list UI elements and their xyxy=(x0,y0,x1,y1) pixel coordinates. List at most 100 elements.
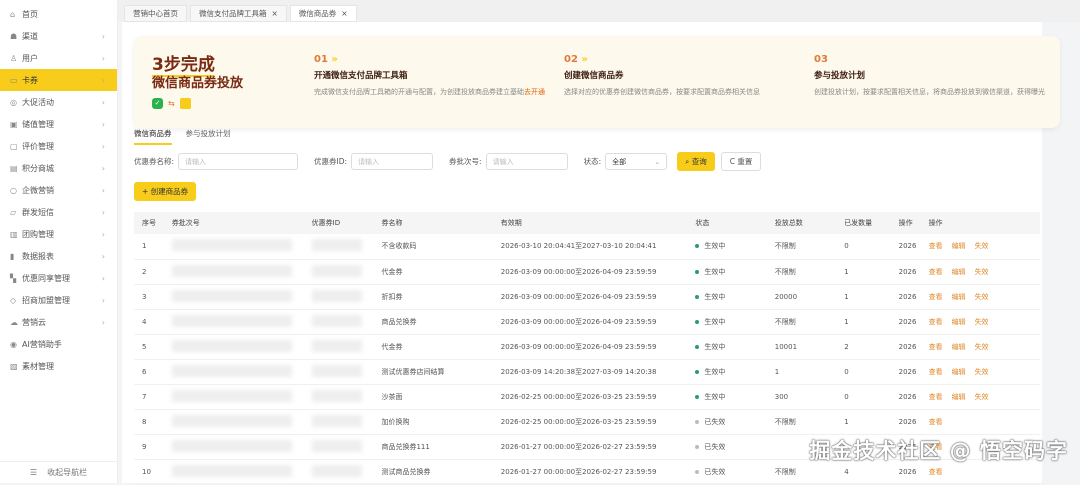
edit-link[interactable]: 编辑 xyxy=(952,368,966,376)
chevron-right-icon: › xyxy=(101,295,105,305)
column-header: 状态 xyxy=(687,212,767,234)
sidebar-item-label: 积分商城 xyxy=(22,163,54,173)
edit-link[interactable]: 编辑 xyxy=(952,318,966,326)
redacted-batch-no xyxy=(171,389,292,402)
search-icon: ⌕ xyxy=(685,156,692,166)
status-dot-icon xyxy=(695,344,700,349)
menu-icon: ◉ xyxy=(10,339,17,349)
disable-link[interactable]: 失效 xyxy=(975,393,989,401)
tab[interactable]: 营销中心首页 xyxy=(124,5,187,22)
close-icon[interactable]: × xyxy=(272,9,278,18)
chevron-right-icon: › xyxy=(101,317,105,327)
view-link[interactable]: 查看 xyxy=(929,268,943,276)
redacted-coupon-id xyxy=(311,264,362,277)
tab[interactable]: 微信支付品牌工具箱 × xyxy=(190,5,287,22)
table-row: 5 代金券 2026-03-09 00:00:00至2026-04-09 23:59… xyxy=(134,334,1040,360)
menu-icon: ▭ xyxy=(10,75,18,85)
menu-icon: ▮ xyxy=(10,251,15,261)
view-link[interactable]: 查看 xyxy=(929,468,943,476)
sidebar-item[interactable]: ◉ AI营销助手 xyxy=(0,333,117,355)
sidebar-item[interactable]: ◎ 大促活动 › xyxy=(0,91,117,113)
disable-link[interactable]: 失效 xyxy=(975,343,989,351)
view-link[interactable]: 查看 xyxy=(929,242,943,250)
disable-link[interactable]: 失效 xyxy=(975,242,989,250)
view-link[interactable]: 查看 xyxy=(929,368,943,376)
redacted-coupon-id xyxy=(311,464,362,477)
redacted-batch-no xyxy=(171,414,292,427)
subtab[interactable]: 微信商品券 xyxy=(134,128,172,145)
edit-link[interactable]: 编辑 xyxy=(952,393,966,401)
sidebar-item[interactable]: ○ 企微营销 › xyxy=(0,179,117,201)
status-dot-icon xyxy=(695,294,700,299)
disable-link[interactable]: 失效 xyxy=(975,318,989,326)
tab[interactable]: 微信商品券 × xyxy=(289,5,357,22)
edit-link[interactable]: 编辑 xyxy=(952,343,966,351)
chevron-right-icon: › xyxy=(101,141,105,151)
reset-button[interactable]: C 重置 xyxy=(720,152,762,171)
subtab[interactable]: 参与投放计划 xyxy=(186,128,231,145)
sidebar-item[interactable]: ▚ 优惠同享管理 › xyxy=(0,267,117,289)
redacted-coupon-id xyxy=(311,414,362,427)
column-header: 券名称 xyxy=(373,212,493,234)
coupon-name-input[interactable]: 请输入 xyxy=(178,153,299,170)
sidebar-item[interactable]: ▤ 积分商城 › xyxy=(0,157,117,179)
menu-icon: ▚ xyxy=(10,273,17,283)
menu-icon: ♙ xyxy=(10,53,18,63)
view-link[interactable]: 查看 xyxy=(929,393,943,401)
status-badge: 已失效 xyxy=(687,459,767,485)
view-link[interactable]: 查看 xyxy=(929,318,943,326)
sidebar-item[interactable]: ▥ 团购管理 › xyxy=(0,223,117,245)
view-link[interactable]: 查看 xyxy=(929,293,943,301)
redacted-coupon-id xyxy=(311,289,362,302)
column-header: 操作 xyxy=(890,212,921,234)
edit-link[interactable]: 编辑 xyxy=(952,293,966,301)
view-link[interactable]: 查看 xyxy=(929,418,943,426)
open-link[interactable]: 去开通 xyxy=(524,88,545,96)
sidebar-item[interactable]: ▢ 评价管理 › xyxy=(0,135,117,157)
batch-no-input[interactable]: 请输入 xyxy=(485,153,568,170)
edit-link[interactable]: 编辑 xyxy=(952,268,966,276)
menu-icon: ▱ xyxy=(10,207,17,217)
sidebar-item[interactable]: ▱ 群发短信 › xyxy=(0,201,117,223)
redacted-coupon-id xyxy=(311,439,362,452)
column-header: 有效期 xyxy=(492,212,688,234)
sidebar-item[interactable]: ⌂ 首页 xyxy=(0,3,117,25)
disable-link[interactable]: 失效 xyxy=(975,368,989,376)
chevron-right-icon: › xyxy=(101,97,105,107)
edit-link[interactable]: 编辑 xyxy=(952,242,966,250)
status-badge: 生效中 xyxy=(687,284,767,310)
sidebar-item[interactable]: ☁ 营销云 › xyxy=(0,311,117,333)
sidebar-item-label: 营销云 xyxy=(22,317,46,327)
menu-icon: ▨ xyxy=(10,361,18,371)
meituan-logo xyxy=(179,98,191,109)
create-coupon-button[interactable]: + 创建商品券 xyxy=(134,182,197,201)
chevron-right-icon: › xyxy=(101,119,105,129)
status-badge: 生效中 xyxy=(687,334,767,360)
collapse-nav-button[interactable]: ☰ 收起导航栏 xyxy=(0,461,117,483)
sidebar-item-label: 数据报表 xyxy=(22,251,54,261)
chevron-right-icon: › xyxy=(101,31,105,41)
chevron-right-icon: › xyxy=(101,75,105,85)
sidebar-item-label: 首页 xyxy=(22,9,38,19)
column-header: 券批次号 xyxy=(163,212,304,234)
table-row: 2 代金券 2026-03-09 00:00:00至2026-04-09 23:59… xyxy=(134,259,1040,285)
sidebar-item[interactable]: ◇ 招商加盟管理 › xyxy=(0,289,117,311)
sidebar-item[interactable]: ▮ 数据报表 › xyxy=(0,245,117,267)
sidebar-item[interactable]: ▨ 素材管理 xyxy=(0,355,117,377)
column-header: 优惠券ID xyxy=(303,212,374,234)
menu-icon: ▤ xyxy=(10,163,18,173)
menu-icon: ⌂ xyxy=(10,9,16,19)
coupon-id-input[interactable]: 请输入 xyxy=(351,153,434,170)
disable-link[interactable]: 失效 xyxy=(975,268,989,276)
status-select[interactable]: 全部 ⌄ xyxy=(605,153,668,170)
disable-link[interactable]: 失效 xyxy=(975,293,989,301)
search-button[interactable]: ⌕ 查询 xyxy=(677,152,715,171)
close-icon[interactable]: × xyxy=(341,9,347,18)
sidebar-item[interactable]: ▣ 储值管理 › xyxy=(0,113,117,135)
sidebar-item[interactable]: ♙ 用户 › xyxy=(0,47,117,69)
sidebar-item[interactable]: ▭ 卡券 › xyxy=(0,69,117,91)
table-row: 1 不含收款码 2026-03-10 20:04:41至2027-03-10 20:… xyxy=(134,234,1040,260)
sidebar-item[interactable]: ☗ 渠道 › xyxy=(0,25,117,47)
view-link[interactable]: 查看 xyxy=(929,343,943,351)
step-3: 03 参与投放计划 创建投放计划，按要求配置相关信息，将商品券投放到微信渠道，获得曝… xyxy=(814,54,1045,96)
